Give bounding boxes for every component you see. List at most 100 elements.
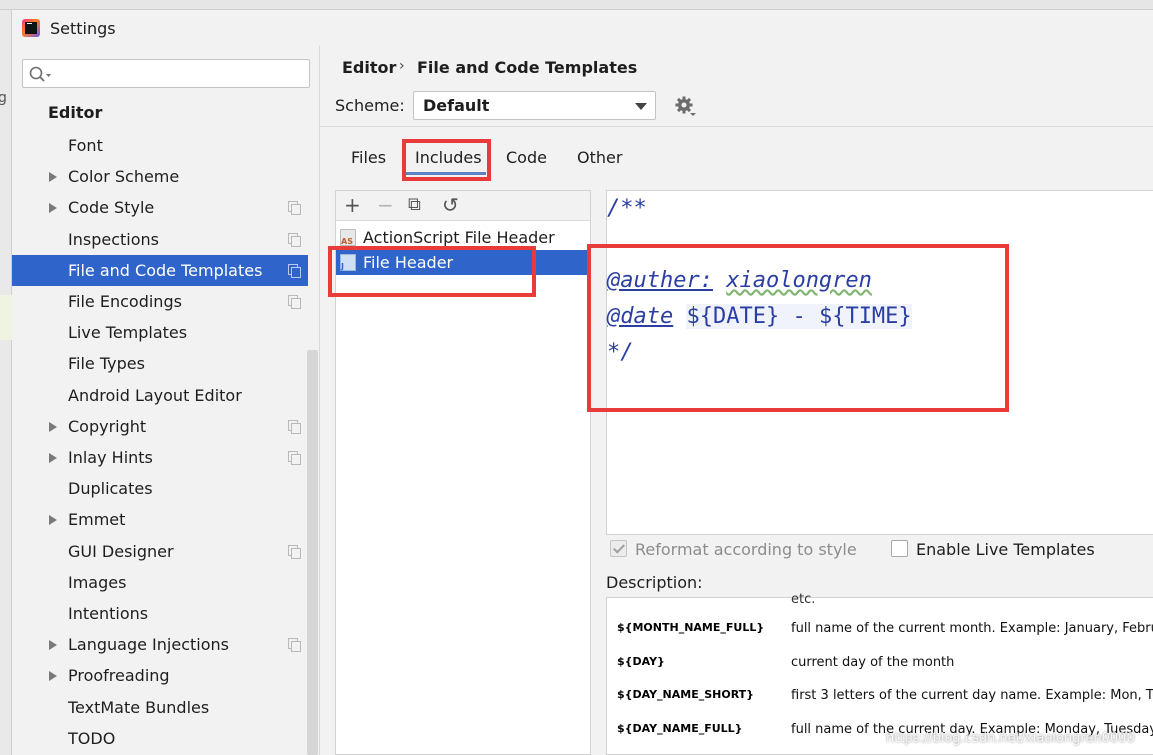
tree-item-label: Emmet — [68, 510, 126, 530]
search-input[interactable] — [57, 63, 297, 84]
tree-item-textmate-bundles[interactable]: TextMate Bundles — [12, 692, 308, 723]
tab-files[interactable]: Files — [351, 148, 386, 167]
tree-item-label: File Encodings — [68, 292, 182, 311]
chevron-right-icon[interactable] — [49, 515, 57, 526]
tree-item-label: GUI Designer — [68, 541, 174, 561]
remove-icon[interactable]: − — [377, 195, 394, 215]
tree-item-color-scheme[interactable]: Color Scheme — [12, 161, 308, 192]
description-label: Description: — [606, 573, 703, 592]
tree-item-emmet[interactable]: Emmet — [12, 504, 308, 535]
description-text: full name of the current month. Example:… — [791, 621, 1153, 636]
tree-item-label: Language Injections — [68, 635, 229, 655]
template-list-toolbar — [336, 191, 590, 221]
breadcrumb-parent[interactable]: Editor — [342, 58, 396, 77]
project-copy-icon — [288, 544, 301, 559]
intellij-logo-icon — [22, 19, 40, 37]
chevron-right-icon[interactable] — [49, 172, 57, 183]
project-copy-icon — [288, 201, 301, 216]
copy-icon[interactable]: ⧉ — [408, 195, 421, 215]
tree-item-code-style[interactable]: Code Style — [12, 192, 308, 223]
description-variable: ${DAY_NAME_FULL} — [617, 722, 743, 735]
description-etc: etc. — [791, 592, 816, 607]
gear-icon[interactable] — [675, 96, 697, 118]
tree-item-todo[interactable]: TODO — [12, 723, 308, 754]
tree-item-font[interactable]: Font — [12, 130, 308, 161]
tree-item-images[interactable]: Images — [12, 567, 308, 598]
description-variable: ${DAY} — [617, 655, 665, 668]
tree-item-label: Live Templates — [68, 323, 188, 343]
tree-item-label: Intentions — [68, 604, 149, 623]
header-divider — [320, 126, 1153, 127]
tab-other[interactable]: Other — [577, 148, 622, 167]
enable-live-templates-checkbox[interactable] — [891, 540, 908, 557]
scheme-value: Default — [423, 96, 490, 115]
tree-item-label: Inspections — [68, 229, 159, 249]
tree-item-file-and-code-templates[interactable]: File and Code Templates — [12, 254, 308, 286]
description-text: first 3 letters of the current day name.… — [791, 688, 1153, 703]
tree-item-duplicates[interactable]: Duplicates — [12, 473, 308, 504]
tree-item-label: Copyright — [68, 416, 147, 436]
watermark-text: https://blog.csdn.net/xiaolongren0000 — [886, 731, 1135, 746]
chevron-right-icon[interactable] — [49, 640, 57, 651]
project-copy-icon — [288, 295, 301, 309]
scheme-dropdown[interactable]: Default — [413, 91, 656, 120]
reformat-checkbox[interactable] — [610, 540, 627, 557]
tree-item-intentions[interactable]: Intentions — [12, 598, 308, 629]
chevron-right-icon[interactable] — [49, 203, 57, 214]
tree-scrollbar[interactable] — [307, 350, 318, 755]
tree-item-label: File Types — [68, 354, 145, 374]
chevron-right-icon[interactable] — [49, 453, 57, 463]
tab-code[interactable]: Code — [506, 148, 547, 167]
tree-group-editor[interactable]: Editor — [48, 103, 102, 122]
tree-item-inspections[interactable]: Inspections — [12, 224, 308, 255]
annotation-box-includes — [402, 139, 491, 181]
tree-item-label: File and Code Templates — [68, 260, 263, 280]
background-highlight — [0, 295, 12, 340]
description-text: current day of the month — [791, 655, 955, 670]
chevron-right-icon[interactable] — [49, 671, 57, 682]
tree-item-label: Color Scheme — [68, 167, 180, 187]
tree-item-label: Proofreading — [68, 666, 170, 686]
settings-search-box[interactable] — [22, 59, 310, 88]
description-variable: ${DAY_NAME_SHORT} — [617, 688, 755, 701]
tree-item-language-injections[interactable]: Language Injections — [12, 629, 308, 660]
tree-item-live-templates[interactable]: Live Templates — [12, 317, 308, 348]
tree-item-android-layout-editor[interactable]: Android Layout Editor — [12, 380, 308, 411]
breadcrumb-separator: › — [399, 58, 405, 74]
enable-live-templates-label: Enable Live Templates — [916, 540, 1095, 559]
reset-icon[interactable]: ↺ — [442, 195, 459, 215]
chevron-down-icon — [635, 103, 647, 110]
tree-item-copyright[interactable]: Copyright — [12, 411, 308, 442]
project-copy-icon — [288, 451, 301, 465]
window-title: Settings — [50, 19, 116, 38]
tree-item-label: TextMate Bundles — [68, 697, 210, 717]
background-toolbar — [0, 0, 1153, 10]
annotation-box-code — [587, 244, 1009, 412]
scheme-label: Scheme: — [335, 96, 405, 115]
reformat-label: Reformat according to style — [635, 540, 857, 559]
tree-item-inlay-hints[interactable]: Inlay Hints — [12, 442, 308, 473]
annotation-box-file-header — [328, 246, 536, 297]
project-copy-icon — [288, 638, 301, 653]
project-copy-icon — [288, 419, 301, 434]
background-text: g — [0, 90, 7, 106]
tree-item-file-encodings[interactable]: File Encodings — [12, 286, 308, 317]
project-copy-icon — [288, 263, 301, 278]
title-bar — [12, 10, 1153, 46]
tree-item-label: Android Layout Editor — [68, 385, 242, 405]
tree-item-label: Images — [68, 572, 127, 592]
description-variable: ${MONTH_NAME_FULL} — [617, 621, 765, 634]
chevron-right-icon[interactable] — [49, 421, 57, 432]
breadcrumb-current: File and Code Templates — [417, 58, 638, 77]
tree-item-label: Font — [68, 136, 103, 155]
tree-item-proofreading[interactable]: Proofreading — [12, 660, 308, 691]
tree-item-label: Inlay Hints — [68, 448, 153, 467]
tree-item-label: Duplicates — [68, 479, 153, 499]
tree-item-file-types[interactable]: File Types — [12, 348, 308, 379]
tree-item-label: Code Style — [68, 198, 155, 218]
code-line-open-comment: /** — [607, 196, 647, 221]
tree-item-gui-designer[interactable]: GUI Designer — [12, 536, 308, 567]
tree-item-label: TODO — [68, 728, 116, 748]
background-editor-edge: g — [0, 10, 12, 755]
add-icon[interactable]: + — [344, 195, 361, 215]
